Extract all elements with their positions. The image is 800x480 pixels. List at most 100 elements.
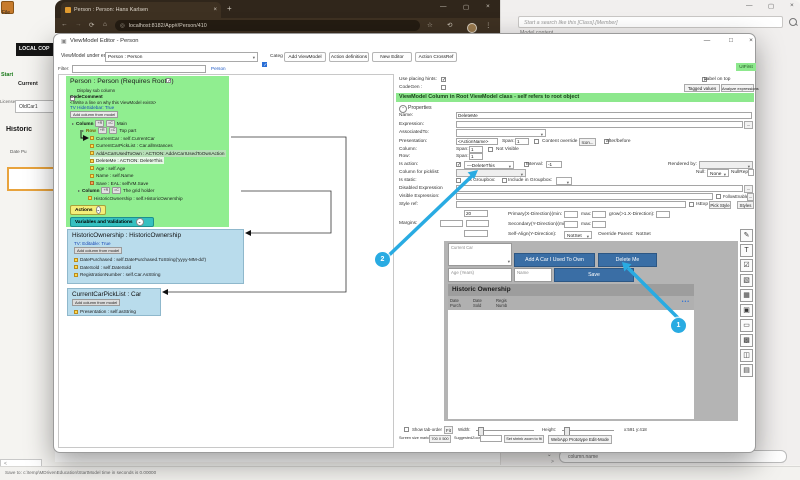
add-viewmodel-button[interactable]: Add ViewModel (284, 52, 326, 62)
viewmodel-select[interactable]: Person : Person (105, 52, 258, 62)
preview-add-car-button[interactable]: Add A Car I Used To Own (514, 253, 595, 267)
dialog-close-button[interactable]: × (742, 37, 760, 44)
followenable-checkbox[interactable] (716, 194, 721, 199)
model-minimize-button[interactable]: — (746, 2, 753, 9)
root-viewmodel-panel[interactable]: Person : Person (Requires Root) Display … (66, 76, 229, 227)
chip-add-row[interactable]: +R (95, 120, 104, 127)
tagged-values-button[interactable]: Tagged values (684, 84, 720, 92)
toolbox-image-icon[interactable]: ▩ (740, 334, 753, 347)
forward-icon[interactable]: → (75, 21, 82, 28)
model-close-button[interactable]: × (790, 2, 794, 9)
secondary-min-input[interactable] (564, 221, 578, 228)
add-column-from-model-button[interactable]: Add column from model (74, 247, 122, 254)
analyze-expressions-button[interactable]: Analyze expressions (721, 84, 754, 92)
add-column-from-model-button[interactable]: Add column from model (72, 299, 120, 306)
ui-preview-surface[interactable]: Current Car Add A Car I Used To Own Dele… (444, 241, 738, 421)
home-icon[interactable]: ⌂ (103, 21, 107, 28)
back-icon[interactable]: ← (61, 21, 68, 28)
content-override-checkbox[interactable] (534, 139, 539, 144)
webapp-prototype-edit-mode-button[interactable]: WebApp Prototype Edit-Mode (548, 435, 612, 444)
expander-icon[interactable]: ▸ (72, 121, 74, 126)
preview-name-input[interactable]: Name (514, 268, 552, 282)
browser-tab[interactable]: Person : Person: Hans Karlsen × (61, 2, 221, 18)
width-slider[interactable] (476, 430, 534, 431)
primary-min-input[interactable] (564, 211, 578, 218)
column-span-input[interactable] (469, 146, 483, 153)
new-tab-button[interactable]: + (227, 4, 232, 13)
include-in-groupbox-select[interactable] (556, 177, 572, 185)
isexp-checkbox[interactable] (689, 202, 694, 207)
preview-grid-header[interactable]: Date Purch Date Sold Regis Numb ••• (448, 296, 694, 310)
filter-input[interactable] (72, 65, 206, 73)
screen-size-marker-value[interactable]: 700 X 500 (429, 435, 451, 443)
chip-add-col[interactable]: =C (112, 187, 121, 194)
site-info-icon[interactable]: ◎ (120, 23, 125, 29)
tree-row-presentation[interactable]: Presentation : self.asString (74, 308, 136, 315)
interval-input[interactable] (546, 161, 562, 168)
presentation-input[interactable] (456, 138, 498, 145)
chip-add-col[interactable]: =C (106, 120, 115, 127)
icon-button[interactable]: Icon... (579, 138, 596, 146)
current-car-value-field[interactable]: OldCar1 (15, 100, 57, 113)
dialog-title-bar[interactable]: ▣ ViewModel Editor - Person — □ × (54, 34, 755, 49)
tree-row-name[interactable]: Name : self.Name (90, 172, 134, 179)
show-tab-order-checkbox[interactable] (404, 427, 409, 432)
visible-expression-input[interactable] (456, 193, 713, 200)
action-crossref-button[interactable]: Action CrossRef (415, 52, 457, 62)
browser-maximize-button[interactable]: ▢ (463, 3, 469, 11)
suggested-zoom-input[interactable] (480, 435, 502, 442)
browser-menu-icon[interactable]: ⋮ (485, 21, 492, 29)
tree-row-row-toppart[interactable]: ▸ Row +R =C Top part (82, 127, 136, 134)
tagged-value-editable[interactable]: TV: Editable: True (74, 241, 111, 246)
preview-currentcar-combobox[interactable]: Current Car (448, 243, 512, 266)
action-definitions-button[interactable]: Action definitions (329, 52, 369, 62)
not-visible-checkbox[interactable] (488, 147, 493, 152)
expand-arrow-icon[interactable]: > (551, 459, 554, 465)
toolbox-button-icon[interactable]: ▭ (740, 319, 753, 332)
chip-add-row[interactable]: +R (101, 187, 110, 194)
selected-row-highlight[interactable] (7, 167, 59, 191)
expression-input[interactable] (456, 121, 743, 128)
tree-row-save[interactable]: Save : EAL: selfVM.Save (90, 180, 148, 187)
pick-style-button[interactable]: Pick Style (709, 201, 731, 209)
historicownership-panel[interactable]: HistoricOwnership : HistoricOwnership TV… (67, 229, 244, 284)
tagged-value-hidesidebar[interactable]: TV HideSidebar: True (70, 105, 114, 110)
associatedto-select[interactable] (456, 129, 546, 137)
tree-row-currentcarpicklist[interactable]: CurrentCarPickList : Car.allInstances (90, 142, 173, 149)
toolbox-camera-icon[interactable]: ◫ (740, 349, 753, 362)
nullrep-input[interactable] (748, 169, 754, 176)
height-slider[interactable] (562, 430, 614, 431)
styles-button[interactable]: Styles (737, 201, 754, 209)
profile-avatar[interactable] (467, 23, 477, 33)
presentation-span-input[interactable] (515, 138, 529, 145)
self-align-select[interactable]: NotSet (564, 231, 592, 239)
browser-minimize-button[interactable]: — (440, 3, 447, 10)
row-span-input[interactable] (469, 153, 483, 160)
is-static-checkbox[interactable] (456, 178, 461, 183)
tree-row-registrationnumber[interactable]: RegistrationNumber : self.Car.AsString (74, 271, 161, 278)
actions-expander-button[interactable]: Actions ⌄ (70, 205, 106, 215)
tree-row-datepurchased[interactable]: DatePurchased : self.DatePurchased.ToStr… (74, 256, 206, 263)
browser-close-button[interactable]: × (486, 3, 490, 10)
is-action-checkbox[interactable] (456, 162, 461, 167)
tree-row-addacar[interactable]: AddACarIUsedToOwn : ACTION: AddACarIUsed… (90, 150, 226, 157)
bookmark-star-icon[interactable]: ☆ (427, 21, 433, 29)
start-link[interactable]: Start (1, 72, 13, 78)
preview-col-regis-numb[interactable]: Regis Numb (496, 298, 516, 308)
codegen-checkbox[interactable] (441, 85, 446, 90)
preview-age-input[interactable]: Age (Years) (448, 268, 512, 282)
expander-icon[interactable]: ▸ (82, 128, 84, 133)
sync-icon[interactable]: ⟲ (447, 21, 452, 29)
model-search-input[interactable]: Start a search like this [Class].[Member… (518, 16, 783, 28)
preview-save-button[interactable]: Save (554, 268, 634, 282)
fit-button[interactable]: Fit (444, 426, 453, 434)
primary-max-input[interactable] (592, 211, 606, 218)
tree-row-column-main[interactable]: ▸ Column +R =C Main (72, 120, 127, 127)
filter-person-link[interactable]: Person (211, 66, 226, 71)
toolbox-contact-card-icon[interactable]: ▣ (740, 304, 753, 317)
chip-add-row[interactable]: +R (98, 127, 107, 134)
toolbox-calendar-icon[interactable]: ▦ (740, 289, 753, 302)
chip-add-col[interactable]: =C (109, 127, 118, 134)
new-editor-button[interactable]: New Editor (372, 52, 412, 62)
secondary-max-input[interactable] (592, 221, 606, 228)
